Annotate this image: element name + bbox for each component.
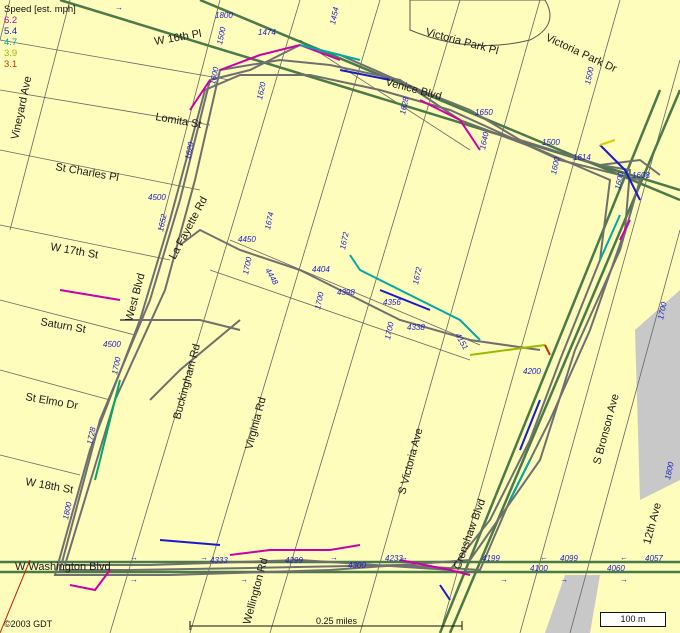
addr-label: 1700 — [383, 321, 396, 341]
street-virginia: Virginia Rd — [243, 396, 268, 451]
addr-label: 1672 — [411, 266, 424, 286]
addr-label: 4199 — [482, 554, 500, 563]
legend-item-2: 4.7 — [4, 37, 18, 48]
svg-text:→: → — [130, 575, 138, 584]
street-saturn: Saturn St — [39, 316, 86, 336]
street-buckingham: Buckingham Rd — [171, 343, 203, 421]
addr-label: 1650 — [475, 108, 493, 117]
addr-label: 4057 — [645, 554, 663, 563]
svg-text:→: → — [560, 575, 568, 584]
street-victoria-park-dr: Victoria Park Dr — [544, 32, 619, 75]
addr-label: 1700 — [313, 291, 326, 311]
addr-label: 1454 — [328, 6, 341, 26]
svg-text:→: → — [115, 3, 123, 12]
addr-label: 1600 — [208, 66, 221, 86]
street-s-victoria: S Victoria Ave — [396, 427, 425, 496]
svg-text:→: → — [240, 575, 248, 584]
street-12th-ave: 12th Ave — [641, 501, 664, 545]
addr-label: 4151 — [453, 332, 470, 352]
street-labels: W 16th Pl Lomita St St Charles Pl W 17th… — [9, 26, 664, 625]
addr-label: 1620 — [183, 141, 196, 161]
svg-text:←: ← — [540, 553, 548, 562]
speed-segments — [59, 43, 641, 601]
svg-text:→: → — [500, 575, 508, 584]
addr-label: 1672 — [338, 231, 351, 251]
legend-item-0: 6.2 — [4, 15, 18, 26]
addr-label: 1728 — [85, 426, 98, 446]
addr-label: 4333 — [210, 556, 228, 565]
addr-label: 4060 — [607, 564, 625, 573]
street-st-charles: St Charles Pl — [54, 161, 119, 184]
street-s-bronson: S Bronson Ave — [591, 393, 621, 466]
addr-label: 4398 — [337, 288, 355, 297]
svg-text:→: → — [620, 575, 628, 584]
addr-label: 4299 — [285, 556, 303, 565]
legend-item-3: 3.9 — [4, 48, 18, 59]
addr-label: 1628 — [398, 96, 411, 116]
street-st-elmo: St Elmo Dr — [24, 391, 79, 412]
legend-item-1: 5.4 — [4, 26, 18, 37]
addr-label: 4450 — [238, 235, 256, 244]
map-canvas[interactable]: → → → → ← ← → → → → →→ W 16th Pl Lomita St St… — [0, 0, 680, 633]
addr-label: 1600 — [549, 156, 562, 176]
scale-distance-label: 0.25 miles — [316, 616, 358, 626]
addr-label: 4200 — [523, 367, 541, 376]
addr-label: 4404 — [312, 265, 330, 274]
legend-title: Speed [est. mph] — [4, 4, 76, 15]
addr-label: 1608 — [632, 171, 650, 180]
scale-box: 100 m — [600, 612, 666, 627]
addr-label: 1500 — [215, 26, 228, 46]
svg-text:→: → — [330, 553, 338, 562]
addr-label: 1640 — [478, 131, 491, 151]
street-lomita: Lomita St — [154, 111, 202, 131]
svg-text:→: → — [130, 553, 138, 562]
addr-label: 1674 — [263, 211, 276, 231]
addr-label: 4338 — [407, 323, 425, 332]
street-vineyard: Vineyard Ave — [9, 75, 34, 141]
addr-label: 1800 — [215, 11, 233, 20]
addr-label: 4500 — [148, 193, 166, 202]
addr-label: 1700 — [241, 256, 254, 276]
legend-item-4: 3.1 — [4, 59, 18, 70]
gps-tracks — [53, 43, 661, 576]
addr-label: 4500 — [103, 340, 121, 349]
addr-label: 4356 — [383, 298, 401, 307]
addr-label: 1500 — [583, 66, 596, 86]
addr-label: 1620 — [255, 81, 268, 101]
svg-text:→: → — [200, 553, 208, 562]
addr-label: 4099 — [560, 554, 578, 563]
addr-label: 1474 — [258, 28, 276, 37]
addr-label: 4300 — [348, 561, 366, 570]
addr-label: 4233 — [385, 554, 403, 563]
addr-label: 4448 — [263, 267, 280, 287]
copyright-text: ©2003 GDT — [4, 619, 53, 629]
street-washington: W Washington Blvd — [15, 561, 111, 573]
street-w18th: W 18th St — [24, 476, 74, 496]
speed-legend: Speed [est. mph] 6.2 5.4 4.7 3.9 3.1 — [4, 4, 76, 70]
svg-text:←: ← — [620, 553, 628, 562]
addr-label: 1614 — [573, 153, 591, 162]
addr-label: 1500 — [542, 138, 560, 147]
addr-label: 4100 — [530, 564, 548, 573]
